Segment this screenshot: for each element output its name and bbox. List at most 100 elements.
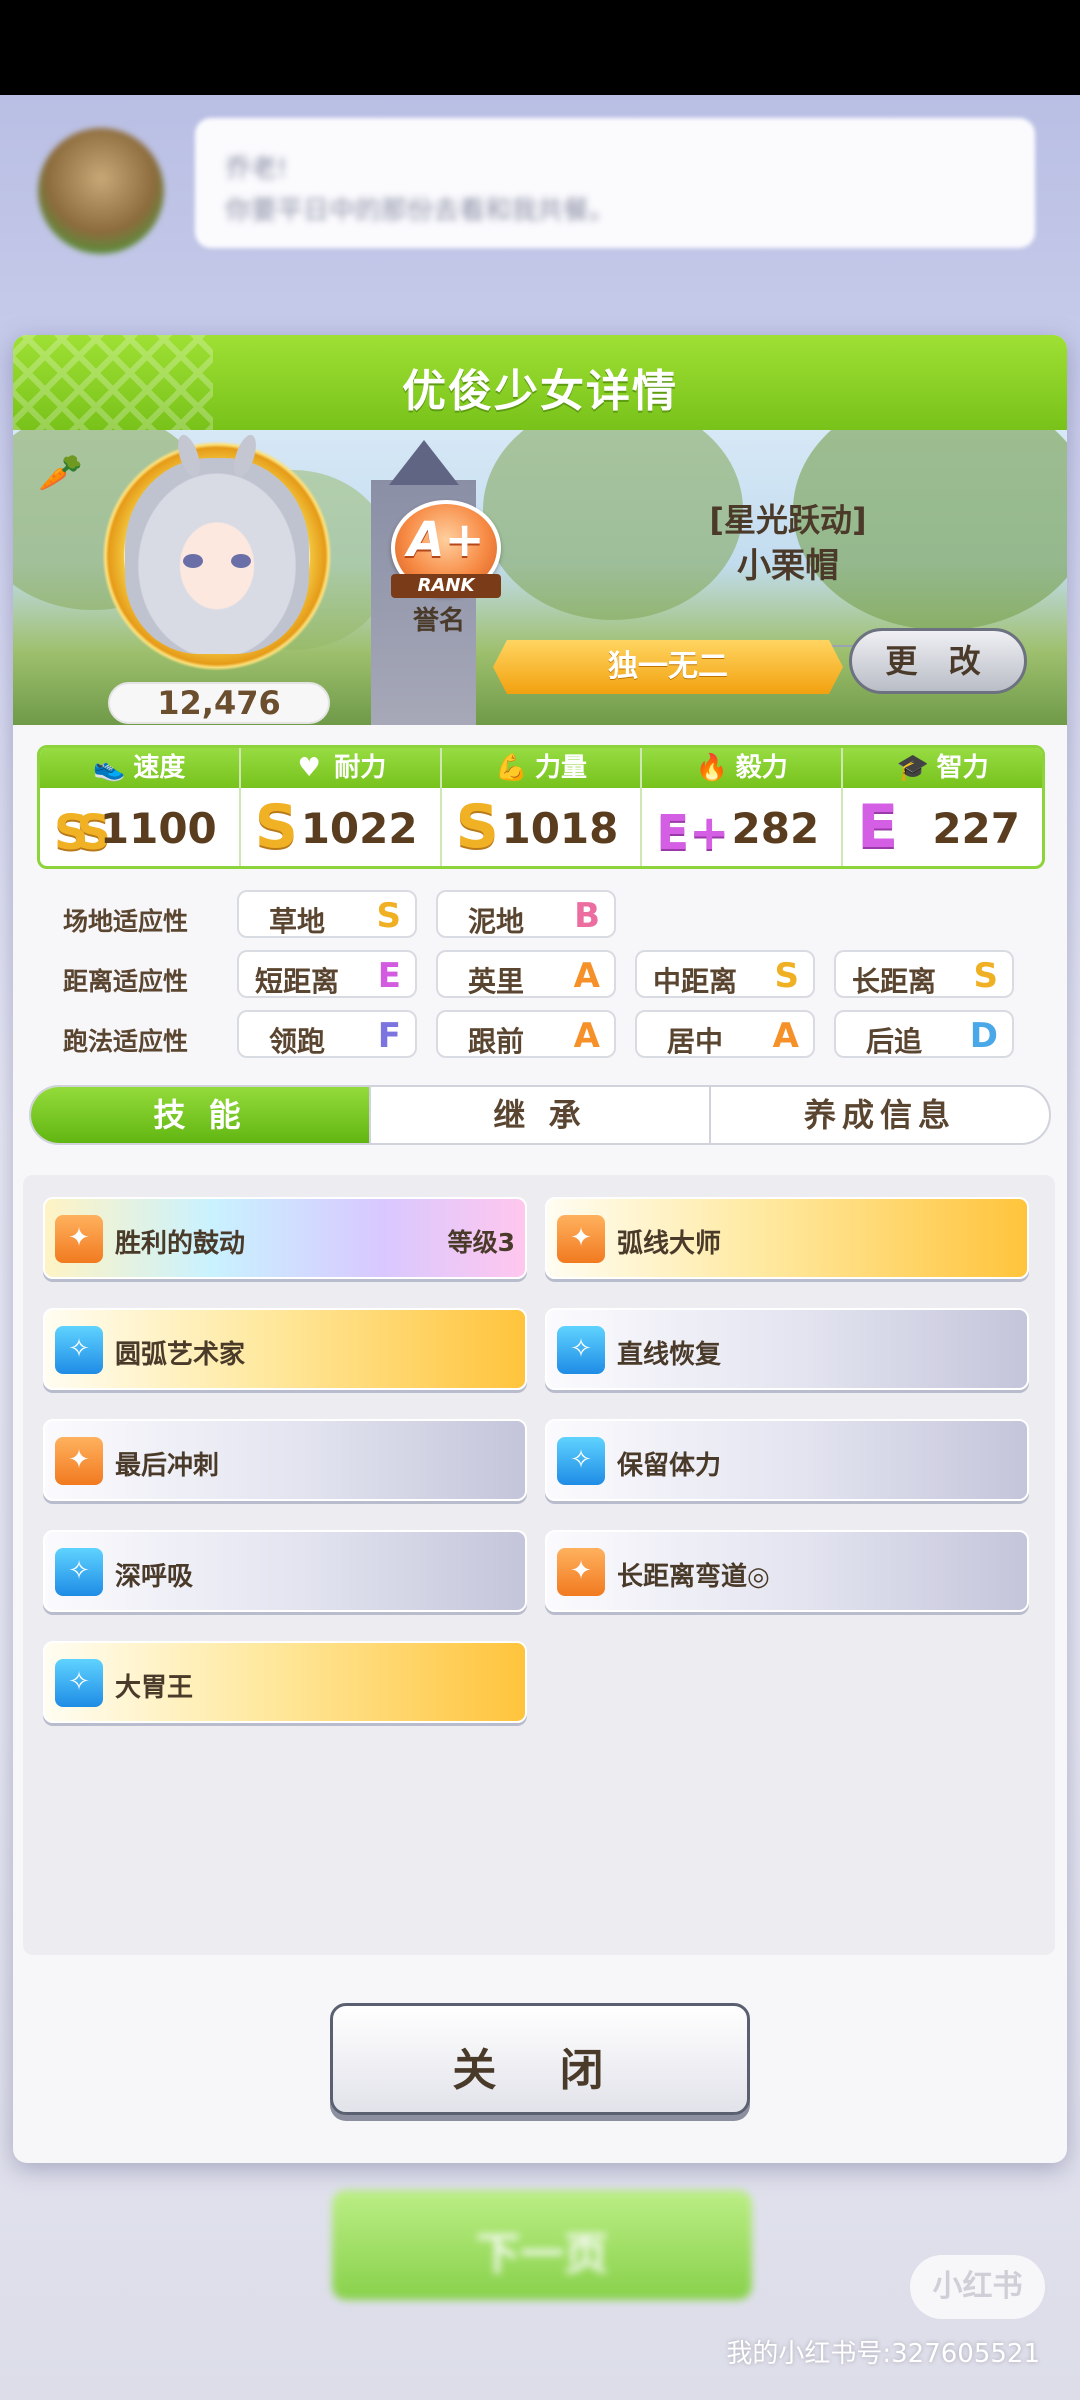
close-button[interactable]: 关 闭: [330, 2003, 750, 2115]
skill-name: 最后冲刺: [115, 1451, 220, 1481]
stat-body: E+ 282: [642, 788, 841, 866]
character-detail-panel: 优俊少女详情 🥕 12,476 A+ RANK 誉名 [星光跃动] 小栗帽 独一…: [13, 335, 1067, 2163]
aptitude-long: 长距离 S: [834, 950, 1014, 998]
aptitude-name: 泥地: [467, 905, 524, 938]
rank-badge: A+ RANK: [391, 500, 501, 598]
skill-icon: ✧: [557, 1326, 605, 1374]
stat-value: 1100: [99, 804, 217, 853]
skill-card[interactable]: ✧ 大胃王: [43, 1641, 527, 1723]
score-value: 12,476: [108, 682, 330, 724]
eye: [231, 554, 251, 568]
tab-inheritance[interactable]: 继 承: [371, 1087, 711, 1143]
stat-header: 💪 力量: [441, 748, 641, 788]
change-title-button[interactable]: 更 改: [849, 628, 1027, 694]
dialog-bubble: 乔老! 你要平日中的那份去看和我共餐。: [195, 118, 1035, 248]
stat-grade: SS: [54, 805, 111, 861]
aptitude-turf: 草地 S: [237, 890, 417, 938]
watermark-id: 我的小红书号:327605521: [726, 2339, 1040, 2369]
skill-card[interactable]: ✦ 弧线大师: [545, 1197, 1029, 1279]
skill-icon: ✦: [55, 1437, 103, 1485]
skill-card[interactable]: ✦ 长距离弯道◎: [545, 1530, 1029, 1612]
stat-name: 速度: [133, 753, 186, 783]
aptitude-name: 短距离: [254, 965, 339, 998]
aptitude-sprint: 短距离 E: [237, 950, 417, 998]
skill-card[interactable]: ✧ 圆弧艺术家: [43, 1308, 527, 1390]
next-button-label: 下一页: [476, 2229, 608, 2280]
skill-name: 直线恢复: [617, 1340, 722, 1370]
aptitude-name: 领跑: [268, 1025, 325, 1058]
skill-icon: ✧: [557, 1437, 605, 1485]
stat-name: 智力: [936, 753, 989, 783]
aptitude-name: 后追: [865, 1025, 922, 1058]
skill-name: 胜利的鼓动: [115, 1229, 246, 1259]
close-button-label: 关 闭: [452, 2045, 628, 2096]
character-name: 小栗帽: [737, 546, 839, 586]
stat-body: S 1022: [241, 788, 440, 866]
stat-stamina: ♥ 耐力 S 1022: [240, 748, 442, 866]
carrot-icon: 🥕: [38, 453, 83, 494]
stat-value: 1018: [501, 804, 619, 853]
skill-name: 深呼吸: [115, 1562, 194, 1592]
dialog-line: 你要平日中的那份去看和我共餐。: [225, 196, 616, 226]
graduation-cap-icon: 🎓: [896, 753, 929, 783]
skill-icon: ✧: [55, 1326, 103, 1374]
tab-training-info[interactable]: 养成信息: [711, 1087, 1049, 1143]
aptitude-grade: S: [376, 896, 402, 936]
stat-grade: E: [857, 792, 899, 862]
skill-card[interactable]: ✦ 胜利的鼓动 等级3: [43, 1197, 527, 1279]
stat-guts: 🔥 毅力 E+ 282: [642, 748, 844, 866]
character-epithet: [星光跃动]: [709, 501, 867, 539]
next-button[interactable]: 下一页: [332, 2190, 752, 2300]
heart-icon: ♥: [297, 753, 321, 783]
rank-grade: A+: [407, 512, 485, 568]
character-banner: 🥕 12,476 A+ RANK 誉名 [星光跃动] 小栗帽 独一无二 更 改: [13, 430, 1067, 725]
skill-icon: ✦: [557, 1548, 605, 1596]
character-portrait[interactable]: [125, 458, 309, 654]
stat-body: E 227: [843, 788, 1042, 866]
rank-word: RANK: [391, 574, 501, 598]
aptitude-grade: S: [774, 956, 800, 996]
aptitude-name: 居中: [666, 1025, 723, 1058]
style-aptitude-label: 跑法适应性: [63, 1027, 189, 1056]
title-ribbon: 独一无二: [493, 640, 843, 694]
status-bar: [0, 0, 1080, 95]
stat-grade: E+: [656, 805, 730, 861]
stat-body: S 1018: [442, 788, 641, 866]
aptitude-end: 后追 D: [834, 1010, 1014, 1058]
skill-name: 圆弧艺术家: [115, 1340, 246, 1370]
aptitude-name: 中距离: [652, 965, 737, 998]
flame-icon: 🔥: [695, 753, 729, 783]
stat-wisdom: 🎓 智力 E 227: [843, 748, 1042, 866]
aptitude-medium: 中距离 S: [635, 950, 815, 998]
stat-header: 👟 速度: [40, 748, 239, 788]
tab-skills[interactable]: 技 能: [31, 1087, 371, 1143]
skill-card[interactable]: ✧ 保留体力: [545, 1419, 1029, 1501]
aptitude-name: 草地: [268, 905, 325, 938]
detail-tabs: 技 能 继 承 养成信息: [29, 1085, 1051, 1145]
stat-header: 🔥 毅力: [642, 748, 842, 788]
stat-name: 毅力: [735, 753, 788, 783]
aptitude-grade: F: [377, 1016, 401, 1056]
aptitude-grade: A: [573, 956, 600, 996]
arm-icon: 💪: [494, 753, 528, 783]
skill-icon: ✧: [55, 1548, 103, 1596]
skill-card[interactable]: ✧ 直线恢复: [545, 1308, 1029, 1390]
aptitude-grade: S: [973, 956, 999, 996]
stat-body: SS 1100: [40, 788, 239, 866]
panel-header: 优俊少女详情: [13, 335, 1067, 430]
aptitude-name: 跟前: [467, 1025, 524, 1058]
aptitude-pace: 跟前 A: [436, 1010, 616, 1058]
stat-grade: S: [455, 792, 499, 862]
skills-list: ✦ 胜利的鼓动 等级3 ✦ 弧线大师 ✧ 圆弧艺术家 ✧ 直线恢复 ✦ 最后冲刺…: [23, 1175, 1055, 1955]
dialog-avatar: [38, 128, 164, 254]
skill-card[interactable]: ✧ 深呼吸: [43, 1530, 527, 1612]
watermark-logo: 小红书: [910, 2255, 1045, 2319]
aptitude-grade: B: [574, 896, 600, 936]
skill-name: 长距离弯道◎: [617, 1562, 770, 1592]
stat-value: 227: [932, 804, 1020, 853]
aptitude-grade: A: [573, 1016, 600, 1056]
eye: [183, 554, 203, 568]
track-aptitude-label: 场地适应性: [63, 907, 189, 936]
skill-card[interactable]: ✦ 最后冲刺: [43, 1419, 527, 1501]
skill-icon: ✦: [557, 1215, 605, 1263]
